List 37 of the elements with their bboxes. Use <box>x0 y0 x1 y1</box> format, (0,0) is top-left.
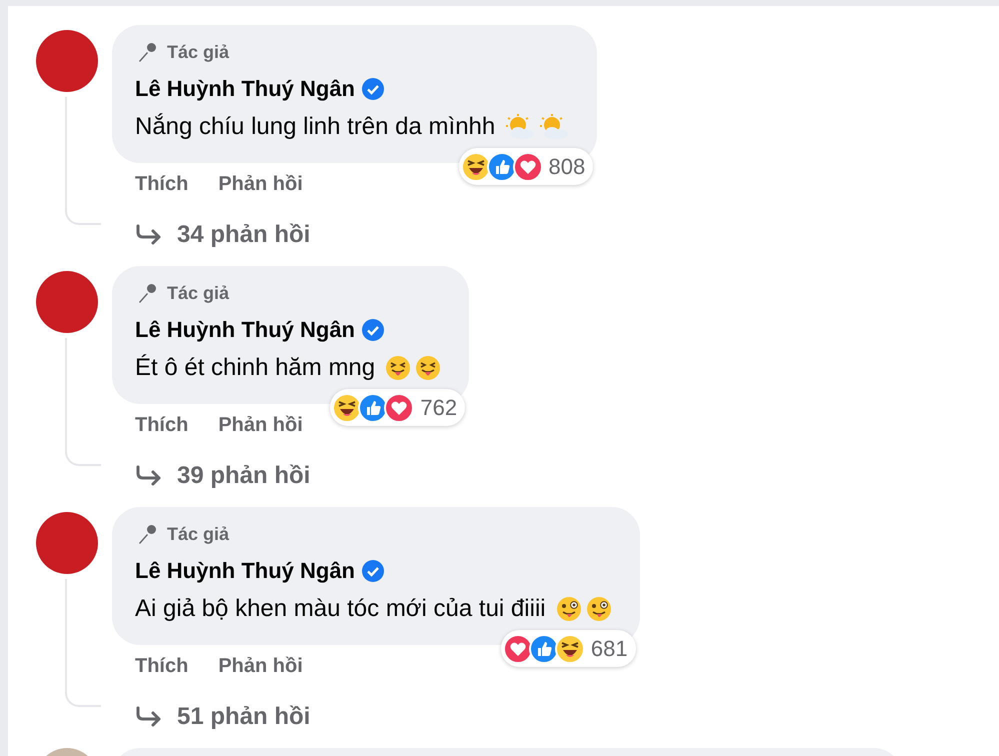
comment-action-link[interactable]: Thích <box>135 169 188 199</box>
comment-text: Ai giả bộ khen màu tóc mới của tui điiii <box>135 594 546 624</box>
laughing-face-icon <box>460 152 491 182</box>
view-replies-link[interactable]: 34 phản hồi <box>177 217 310 253</box>
view-replies-link[interactable]: 51 phản hồi <box>177 699 310 735</box>
reaction-count: 681 <box>590 635 628 663</box>
sun-cloud-icon <box>505 114 536 140</box>
author-role-label: Tác giả <box>167 523 230 546</box>
comment-action-link[interactable]: Phản hồi <box>218 169 303 199</box>
reply-arrow-icon <box>135 465 163 487</box>
reaction-count: 762 <box>420 394 458 422</box>
author-name[interactable]: Lê Huỳnh Thuý Ngân <box>135 313 355 346</box>
thumbs-up-icon <box>486 152 517 182</box>
comment-action-link[interactable]: Thích <box>135 651 188 681</box>
view-replies-link[interactable]: 39 phản hồi <box>177 458 310 494</box>
comment-action-link[interactable]: Phản hồi <box>218 651 303 681</box>
comment-text: Nắng chíu lung linh trên da mìnhh <box>135 112 496 142</box>
comment-text: Ét ô ét chinh hăm mng <box>135 353 376 383</box>
squinting-tongue-face-icon <box>415 355 442 381</box>
thumbs-up-icon <box>528 634 559 664</box>
author-role-label: Tác giả <box>167 41 230 64</box>
comment-action-link[interactable]: Phản hồi <box>218 410 303 440</box>
zany-face-icon <box>556 596 582 622</box>
reaction-summary[interactable]: 808 <box>458 148 594 185</box>
reaction-count: 808 <box>548 153 586 181</box>
comment-action-link[interactable]: Thích <box>135 410 188 440</box>
author-role-label: Tác giả <box>167 282 230 305</box>
reaction-summary[interactable]: 681 <box>500 630 636 667</box>
reply-arrow-icon <box>135 224 163 246</box>
author-name[interactable]: Lê Huỳnh Thuý Ngân <box>135 72 355 105</box>
author-name[interactable]: Lê Huỳnh Thuý Ngân <box>135 554 355 587</box>
squinting-tongue-face-icon <box>385 355 412 381</box>
sun-cloud-icon <box>539 114 570 140</box>
zany-face-icon <box>586 596 612 622</box>
reply-arrow-icon <box>135 706 163 728</box>
laughing-face-icon <box>554 634 585 664</box>
reaction-summary[interactable]: 762 <box>330 389 466 426</box>
